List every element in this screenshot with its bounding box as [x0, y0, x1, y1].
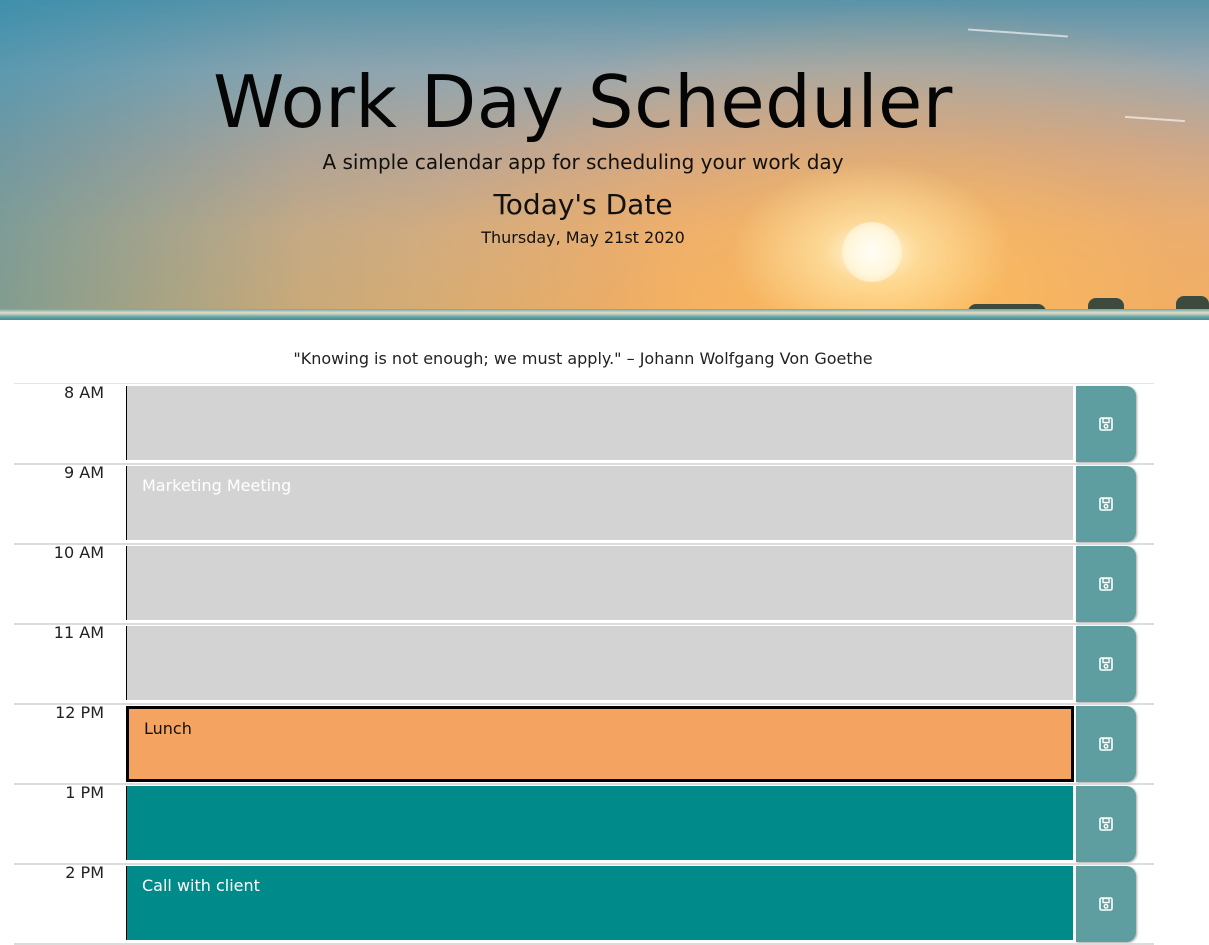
- page-subtitle: A simple calendar app for scheduling you…: [322, 150, 844, 174]
- horizon-decoration: [0, 309, 1209, 320]
- floppy-disk-icon: [1099, 737, 1113, 751]
- save-button[interactable]: [1076, 466, 1136, 542]
- event-textarea[interactable]: [126, 626, 1074, 700]
- event-textarea[interactable]: Marketing Meeting: [126, 466, 1074, 540]
- floppy-disk-icon: [1099, 897, 1113, 911]
- event-textarea[interactable]: Lunch: [126, 706, 1074, 782]
- time-block: 9 AM Marketing Meeting: [14, 463, 1154, 545]
- floppy-disk-icon: [1099, 817, 1113, 831]
- date-heading: Today's Date: [493, 188, 673, 221]
- save-button[interactable]: [1076, 626, 1136, 702]
- time-block: 8 AM: [14, 383, 1154, 465]
- hour-label: 10 AM: [53, 543, 104, 562]
- hour-label: 1 PM: [65, 783, 104, 802]
- header-banner: Work Day Scheduler A simple calendar app…: [0, 0, 1209, 320]
- event-textarea[interactable]: [126, 546, 1074, 620]
- event-textarea[interactable]: [126, 386, 1074, 460]
- save-button[interactable]: [1076, 706, 1136, 782]
- schedule-list: 8 AM 9 AM Marketing Meeting 10 AM 11 AM …: [14, 383, 1154, 945]
- floppy-disk-icon: [1099, 577, 1113, 591]
- save-button[interactable]: [1076, 866, 1136, 942]
- event-textarea[interactable]: Call with client: [126, 866, 1074, 940]
- time-block: 11 AM: [14, 623, 1154, 705]
- quote-text: "Knowing is not enough; we must apply." …: [293, 349, 873, 368]
- time-block: 10 AM: [14, 543, 1154, 625]
- time-block: 2 PM Call with client: [14, 863, 1154, 945]
- hour-label: 2 PM: [65, 863, 104, 882]
- save-button[interactable]: [1076, 546, 1136, 622]
- floppy-disk-icon: [1099, 417, 1113, 431]
- floppy-disk-icon: [1099, 497, 1113, 511]
- hour-label: 12 PM: [55, 703, 104, 722]
- event-textarea[interactable]: [126, 786, 1074, 860]
- hour-label: 11 AM: [53, 623, 104, 642]
- save-button[interactable]: [1076, 386, 1136, 462]
- time-block: 12 PM Lunch: [14, 703, 1154, 785]
- current-date: Thursday, May 21st 2020: [481, 228, 685, 247]
- floppy-disk-icon: [1099, 657, 1113, 671]
- hour-label: 9 AM: [63, 463, 104, 482]
- hour-label: 8 AM: [63, 383, 104, 402]
- page-title: Work Day Scheduler: [213, 60, 953, 144]
- save-button[interactable]: [1076, 786, 1136, 862]
- time-block: 1 PM: [14, 783, 1154, 865]
